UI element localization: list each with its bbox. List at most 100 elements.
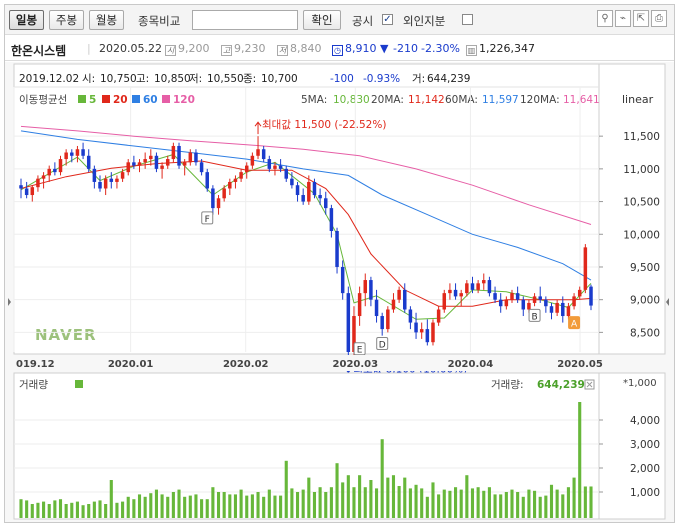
price-tick-label: 11,000 <box>623 164 660 176</box>
volume-bar <box>425 496 429 518</box>
scale-mode[interactable]: linear <box>622 93 654 106</box>
candle-body <box>589 286 593 306</box>
candle-body <box>30 187 35 196</box>
compare-input[interactable] <box>192 10 298 30</box>
candle-body <box>403 289 407 310</box>
volume-bar <box>273 495 277 518</box>
event-marker-label: A <box>571 320 578 330</box>
candle-body <box>64 152 68 160</box>
volume-bar <box>510 489 514 518</box>
candle-body <box>75 149 80 156</box>
low-price: 저 8,840 <box>277 42 322 56</box>
candle-body <box>205 172 209 189</box>
ma60-swatch <box>132 95 140 103</box>
ohlc-close-label: 종: <box>243 73 256 85</box>
volume-bar <box>358 475 362 518</box>
volume-bar <box>160 494 164 518</box>
scroll-right-arrow[interactable] <box>666 298 669 306</box>
volume-bar <box>408 488 412 518</box>
volume-bar <box>578 402 582 518</box>
candle-body <box>290 178 294 186</box>
candle-body <box>278 165 283 169</box>
volume-bar <box>442 489 446 518</box>
confirm-button[interactable]: 확인 <box>303 10 341 30</box>
ma20-value: 11,142 <box>408 94 445 106</box>
tab-daily[interactable]: 일봉 <box>9 10 44 30</box>
candle-body <box>425 329 430 343</box>
volume-bar <box>98 500 102 518</box>
candle-body <box>109 178 114 182</box>
pin-icon[interactable]: ⚲ <box>597 10 613 27</box>
volume-bar <box>470 488 475 518</box>
candle-body <box>295 185 300 196</box>
candle-body <box>374 299 379 317</box>
stock-chart-widget: 일봉 주봉 월봉 종목비교 확인 공시 ✓ 외인지분 ⚲ ⌁ ⇱ ⎙ 한온시스템… <box>4 4 675 523</box>
price-tick-label: 8,500 <box>630 327 660 339</box>
volume-bar <box>341 482 345 518</box>
event-marker-label: E <box>357 346 363 356</box>
candle-body <box>261 149 266 160</box>
ohlc-low: 10,550 <box>207 73 244 85</box>
candle-body <box>369 280 373 300</box>
change-arrow: ▼ <box>380 42 389 55</box>
volume-bar <box>87 504 91 518</box>
candle-body <box>160 165 164 169</box>
volume-bar <box>109 480 113 518</box>
ma120-value-label: 120MA: <box>520 94 560 106</box>
candle-body <box>171 145 176 160</box>
disclosure-checkbox[interactable]: ✓ <box>382 14 393 25</box>
tab-monthly[interactable]: 월봉 <box>89 10 124 30</box>
candle-body <box>324 198 328 209</box>
volume-bar <box>92 501 96 518</box>
volume-bar <box>137 494 142 518</box>
volume-bar <box>363 487 367 518</box>
foreign-ownership-checkbox[interactable] <box>462 14 473 25</box>
candle-body <box>555 302 559 313</box>
price-volume-chart[interactable]: 2019.12.02 시: 10,750 고: 10,850 저: 10,550… <box>5 62 674 522</box>
cursor-icon[interactable]: ⇱ <box>633 10 649 27</box>
x-tick-label: 2020.02 <box>223 359 269 370</box>
volume-tick-label: 2,000 <box>630 463 660 475</box>
volume-bar <box>279 495 283 518</box>
x-tick-label: 019.12 <box>16 359 55 370</box>
print-icon[interactable]: ⎙ <box>651 10 667 27</box>
volume-bar <box>324 492 328 518</box>
volume-bar <box>75 501 79 518</box>
price-change: -210 <box>393 42 418 55</box>
candle-body <box>216 198 221 209</box>
link-icon[interactable]: ⌁ <box>615 10 631 27</box>
volume-bar <box>222 492 226 518</box>
candle-body <box>515 293 520 300</box>
price-change-pct: -2.30% <box>421 42 460 55</box>
x-axis-band <box>14 355 599 371</box>
volume-bar <box>431 482 435 518</box>
ma5-value: 10,830 <box>333 94 370 106</box>
volume: ▥ 1,226,347 <box>466 42 535 56</box>
chart-area: 2019.12.02 시: 10,750 고: 10,850 저: 10,550… <box>5 62 674 522</box>
candle-body <box>137 162 142 166</box>
price-panel <box>13 63 600 355</box>
candle-body <box>182 162 187 166</box>
candle-body <box>470 283 475 290</box>
ohlc-change: -100 <box>330 73 354 85</box>
volume-bar <box>516 492 520 518</box>
volume-bar <box>482 490 486 518</box>
volume-bar <box>42 501 46 518</box>
high-icon: 고 <box>221 45 232 56</box>
candle-body <box>24 188 29 196</box>
candle-body <box>572 296 576 307</box>
ohlc-high-label: 고: <box>136 73 149 85</box>
volume-bar <box>200 499 204 518</box>
volume-bar <box>250 494 254 518</box>
volume-bar <box>318 487 322 518</box>
ohlc-change-pct: -0.93% <box>363 73 400 85</box>
volume-bar <box>166 496 170 518</box>
open-price: 시 9,200 <box>165 42 210 56</box>
volume-bar <box>121 501 125 518</box>
volume-bar <box>538 496 542 518</box>
tab-weekly[interactable]: 주봉 <box>49 10 84 30</box>
scroll-left-arrow[interactable] <box>8 298 11 306</box>
volume-bar <box>544 495 548 518</box>
candle-body <box>301 195 305 202</box>
candle-body <box>58 159 63 173</box>
